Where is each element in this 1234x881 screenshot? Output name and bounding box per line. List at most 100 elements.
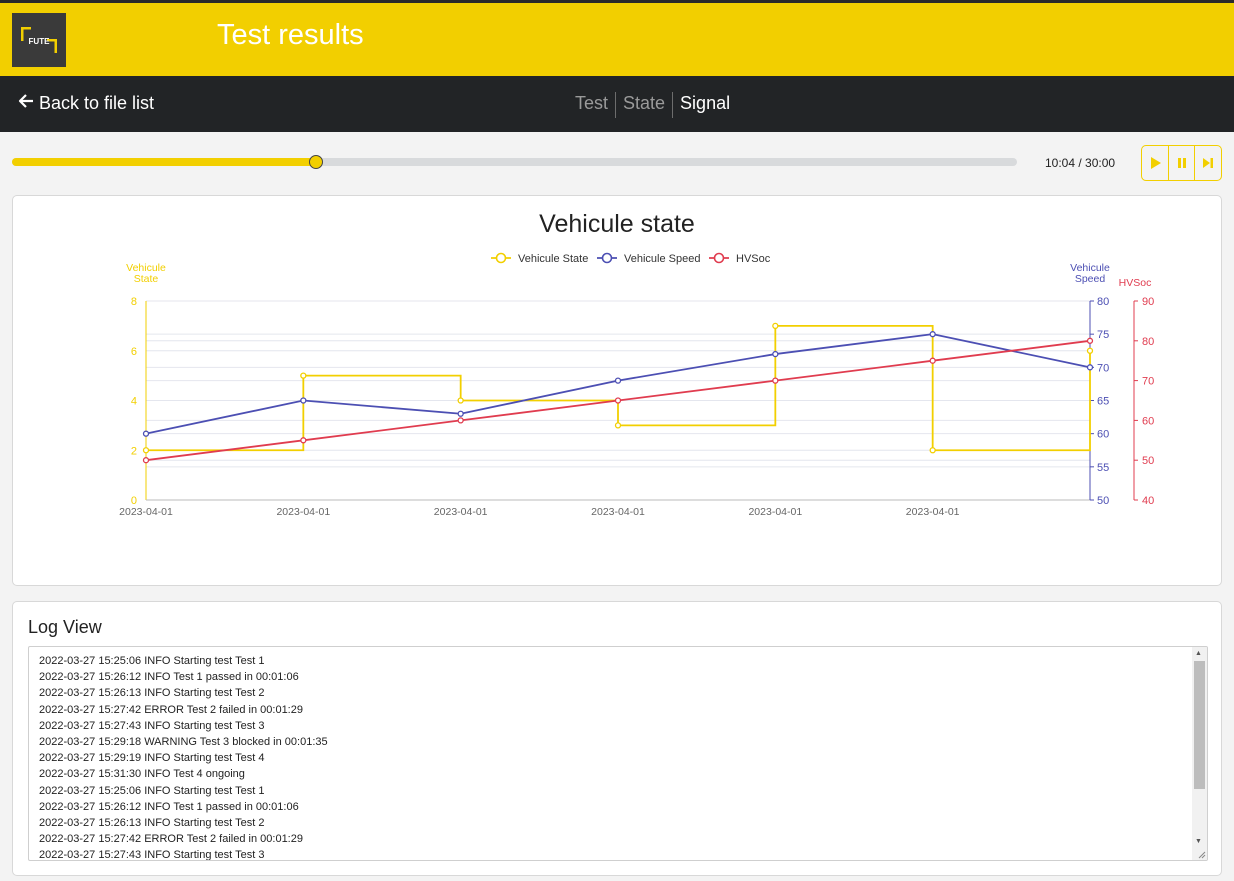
pause-icon [1177, 158, 1186, 168]
x-axis-tick-label: 2023-04-01 [276, 506, 330, 518]
state-axis-tick-label: 6 [131, 346, 137, 358]
data-point [457, 397, 464, 404]
hvsoc-axis-title: HVSoc [1119, 277, 1152, 289]
playback-progress-bar[interactable] [12, 155, 1017, 169]
data-point [929, 331, 936, 338]
speed-axis-tick-label: 50 [1097, 495, 1109, 507]
data-point [614, 377, 622, 384]
navbar: Back to file list Test State Signal [0, 76, 1234, 132]
data-point [772, 322, 779, 330]
log-line: 2022-03-27 15:31:30 INFO Test 4 ongoing [39, 768, 245, 781]
state-axis-tick-label: 8 [131, 296, 137, 308]
log-line: 2022-03-27 15:26:13 INFO Starting test T… [39, 687, 265, 700]
data-point [300, 372, 307, 379]
series-line-vehicule-state [146, 324, 1091, 452]
log-scrollbar[interactable]: ▲ ▼ [1192, 647, 1207, 860]
pause-button[interactable] [1169, 146, 1196, 180]
x-axis-tick-label: 2023-04-01 [119, 506, 173, 518]
scroll-down-icon[interactable]: ▼ [1195, 838, 1202, 845]
state-axis-title: State [134, 273, 159, 285]
skip-forward-icon [1203, 158, 1214, 168]
speed-axis-tick-label: 55 [1097, 462, 1109, 474]
log-line: 2022-03-27 15:27:43 INFO Starting test T… [39, 849, 265, 861]
log-textarea[interactable]: 2022-03-27 15:25:06 INFO Starting test T… [28, 646, 1208, 861]
vehicule-state-chart: 02468VehiculeState50556065707580Vehicule… [119, 252, 1154, 518]
data-point [929, 447, 936, 454]
state-axis-tick-label: 4 [131, 396, 137, 408]
tab-test[interactable]: Test [568, 92, 615, 118]
log-line: 2022-03-27 15:25:06 INFO Starting test T… [39, 784, 265, 797]
chart-card: Vehicule state 0 2 4 6 8 Vehicule State 50 55 60 6… [12, 195, 1222, 586]
data-point [929, 357, 936, 364]
log-line: 2022-03-27 15:27:42 ERROR Test 2 failed … [39, 833, 303, 846]
data-point [300, 397, 307, 404]
data-point [614, 397, 622, 404]
log-line: 2022-03-27 15:29:18 WARNING Test 3 block… [39, 735, 328, 748]
playback-controls [1141, 145, 1222, 181]
hvsoc-axis-tick-label: 70 [1142, 376, 1154, 388]
view-tabs: Test State Signal [568, 92, 737, 118]
legend-label: Vehicule State [518, 253, 588, 265]
play-button[interactable] [1142, 146, 1169, 180]
log-line: 2022-03-27 15:29:19 INFO Starting test T… [39, 752, 265, 765]
speed-axis-tick-label: 80 [1097, 296, 1109, 308]
tab-state[interactable]: State [615, 92, 672, 118]
page-title: Test results [217, 19, 364, 51]
data-point [772, 350, 779, 358]
speed-axis-tick-label: 60 [1097, 429, 1109, 441]
log-lines: 2022-03-27 15:25:06 INFO Starting test T… [39, 653, 328, 861]
app-header: FUTE Test results [0, 0, 1234, 76]
time-display: 10:04 / 30:00 [1045, 156, 1116, 170]
log-line: 2022-03-27 15:26:13 INFO Starting test T… [39, 816, 265, 829]
legend-label: Vehicule Speed [624, 253, 700, 265]
back-to-file-list-link[interactable]: Back to file list [18, 93, 154, 114]
x-axis-tick-label: 2023-04-01 [748, 506, 802, 518]
data-point [300, 437, 307, 444]
progress-handle[interactable] [308, 155, 323, 169]
scroll-up-icon[interactable]: ▲ [1195, 650, 1202, 657]
back-link-label: Back to file list [39, 93, 155, 113]
tab-signal[interactable]: Signal [672, 92, 737, 118]
speed-axis-tick-label: 75 [1097, 329, 1109, 341]
hvsoc-axis-tick-label: 50 [1142, 455, 1154, 467]
legend-swatch-marker [495, 252, 507, 264]
data-point [1086, 364, 1094, 371]
data-point [457, 410, 464, 417]
speed-axis-tick-label: 65 [1097, 396, 1109, 408]
fute-logo: FUTE [12, 13, 66, 67]
data-point [142, 457, 150, 464]
hvsoc-axis-tick-label: 40 [1142, 495, 1154, 507]
data-point [142, 447, 150, 454]
data-point [614, 422, 622, 429]
progress-fill [12, 158, 316, 166]
speed-axis-tick-label: 70 [1097, 362, 1109, 374]
hvsoc-axis-tick-label: 80 [1142, 336, 1154, 348]
legend-swatch-marker [601, 252, 613, 264]
skip-forward-button[interactable] [1195, 146, 1221, 180]
x-axis-tick-label: 2023-04-01 [591, 506, 645, 518]
speed-axis-title: Speed [1075, 273, 1106, 285]
scroll-thumb[interactable] [1194, 661, 1205, 789]
data-point [1086, 337, 1094, 344]
arrow-left-icon [18, 93, 34, 114]
log-view-card: Log View 2022-03-27 15:25:06 INFO Starti… [12, 601, 1222, 876]
log-line: 2022-03-27 15:27:43 INFO Starting test T… [39, 719, 265, 732]
log-line: 2022-03-27 15:25:06 INFO Starting test T… [39, 655, 265, 667]
log-line: 2022-03-27 15:26:12 INFO Test 1 passed i… [39, 800, 299, 813]
resize-handle-icon[interactable] [1196, 849, 1206, 859]
play-icon [1150, 157, 1161, 169]
log-view-title: Log View [28, 617, 102, 637]
hvsoc-axis-tick-label: 90 [1142, 296, 1154, 308]
x-axis-tick-label: 2023-04-01 [906, 506, 960, 518]
data-point [1086, 347, 1094, 354]
data-point [142, 430, 150, 437]
svg-text:FUTE: FUTE [29, 37, 51, 46]
legend-label: HVSoc [736, 253, 771, 265]
state-axis-tick-label: 2 [131, 445, 137, 457]
log-line: 2022-03-27 15:27:42 ERROR Test 2 failed … [39, 703, 303, 716]
log-line: 2022-03-27 15:26:12 INFO Test 1 passed i… [39, 671, 299, 684]
legend-swatch-marker [713, 252, 725, 264]
data-point [457, 417, 464, 424]
data-point [772, 377, 779, 384]
x-axis-tick-label: 2023-04-01 [434, 506, 488, 518]
